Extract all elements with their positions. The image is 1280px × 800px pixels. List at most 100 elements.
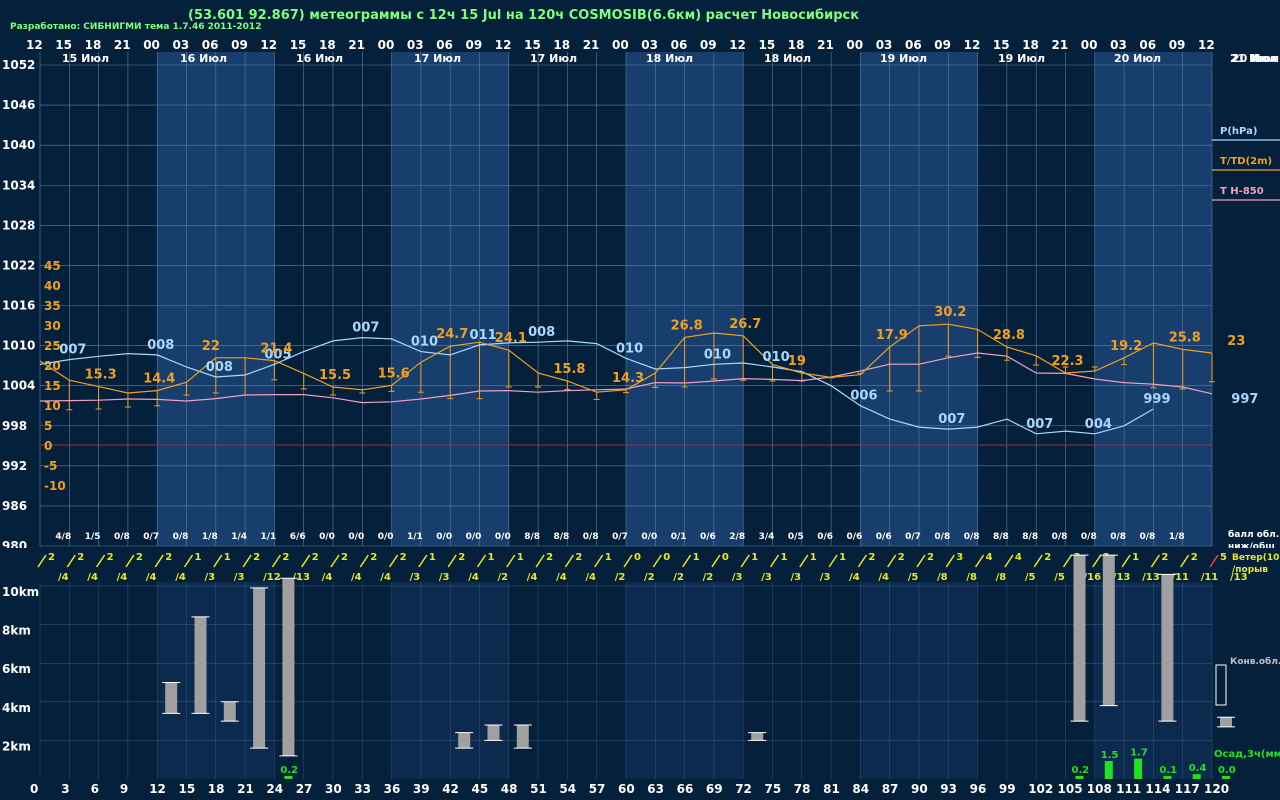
wind-speed: 2: [458, 552, 465, 563]
bottom-hour-label: 12: [149, 782, 166, 796]
pressure-data-label: 007: [59, 343, 86, 358]
cloud-cover-value: 0/6: [700, 532, 716, 542]
precip-value: 0.4: [1189, 763, 1207, 774]
pressure-tick: 992: [2, 459, 27, 473]
wind-gust: /5: [908, 572, 919, 583]
wind-gust: /3: [234, 572, 245, 583]
top-hour-label: 00: [612, 38, 629, 52]
wind-speed: 2: [282, 552, 289, 563]
pressure-data-label: 010: [763, 350, 790, 365]
bottom-hour-label: 93: [940, 782, 957, 796]
cloud-cover-value: 6/6: [290, 532, 306, 542]
wind-speed: 1: [195, 552, 202, 563]
wind-gust: /4: [878, 572, 889, 583]
temperature-data-label: 21.4: [260, 342, 292, 357]
temperature-data-label: 23: [1227, 334, 1245, 349]
cloud-cover-label-1: балл обл.: [1228, 529, 1279, 540]
pressure-tick: 1046: [2, 98, 35, 112]
pressure-tick: 1022: [2, 258, 35, 272]
wind-gust: /5: [1054, 572, 1065, 583]
wind-gust: /3: [205, 572, 216, 583]
bottom-hour-label: 108: [1087, 782, 1112, 796]
temperature-data-label: 24.7: [436, 327, 468, 342]
precip-value: 0.1: [1159, 765, 1177, 776]
wind-gust: /3: [410, 572, 421, 583]
top-hour-label: 09: [466, 38, 483, 52]
wind-speed: 1: [693, 552, 700, 563]
cloud-cover-value: 1/5: [85, 532, 101, 542]
wind-gust: /8: [937, 572, 948, 583]
temperature-data-label: 15.8: [553, 362, 585, 377]
top-hour-label: 18: [85, 38, 102, 52]
cloud-cover-value: 8/8: [524, 532, 540, 542]
wind-speed: 2: [1191, 552, 1198, 563]
wind-speed: 3: [956, 552, 963, 563]
top-hour-label: 06: [202, 38, 219, 52]
cloud-cover-value: 0/0: [378, 532, 394, 542]
top-hour-label: 06: [905, 38, 922, 52]
pressure-data-label: 010: [616, 341, 643, 356]
temperature-tick: 45: [44, 259, 61, 273]
top-hour-label: 21: [114, 38, 131, 52]
wind-gust: /13: [1113, 572, 1131, 583]
wind-label-2: /порыв: [1232, 565, 1268, 575]
cloud-cover-value: 0/1: [671, 532, 687, 542]
legend-label-0: P(hPa): [1220, 126, 1257, 137]
convective-cloud-bar: [487, 724, 500, 741]
wind-speed: 1: [810, 552, 817, 563]
temperature-data-label: 30.2: [934, 305, 966, 320]
cloud-cover-value: 0/8: [1081, 532, 1097, 542]
bottom-hour-label: 81: [823, 782, 840, 796]
cloud-cover-value: 0/7: [143, 532, 159, 542]
pressure-data-label: 997: [1231, 392, 1258, 407]
bottom-hour-label: 33: [354, 782, 371, 796]
cloud-cover-value: 0/8: [1052, 532, 1068, 542]
wind-gust: /8: [996, 572, 1007, 583]
wind-speed: 2: [370, 552, 377, 563]
precip-value: 1.7: [1130, 748, 1148, 759]
pressure-data-label: 008: [528, 325, 555, 340]
pressure-tick: 1010: [2, 339, 35, 353]
wind-speed: 2: [312, 552, 319, 563]
convective-cloud-bar: [1102, 555, 1115, 706]
cloud-cover-value: 8/8: [553, 532, 569, 542]
wind-speed: 4: [986, 552, 993, 563]
cloud-height-tick: 4km: [2, 701, 31, 715]
wind-speed: 1: [781, 552, 788, 563]
pressure-tick: 1034: [2, 178, 35, 192]
wind-label-1: Ветер(10м): [1232, 553, 1280, 563]
top-hour-label: 00: [378, 38, 395, 52]
wind-gust: /4: [527, 572, 538, 583]
bottom-hour-label: 21: [237, 782, 254, 796]
temperature-data-label: 19.2: [1110, 339, 1142, 354]
top-hour-label: 15: [290, 38, 307, 52]
wind-speed: 1: [605, 552, 612, 563]
bottom-hour-label: 15: [179, 782, 196, 796]
top-hour-label: 18: [553, 38, 570, 52]
temperature-data-label: 14.3: [612, 371, 644, 386]
convective-cloud-bar: [282, 578, 295, 756]
pressure-tick: 1040: [2, 138, 35, 152]
wind-gust: /13: [1142, 572, 1160, 583]
cloud-cover-value: 0/6: [817, 532, 833, 542]
top-hour-label: 12: [729, 38, 746, 52]
temperature-tick: -10: [44, 479, 66, 493]
wind-gust: /4: [87, 572, 98, 583]
pressure-data-label: 007: [938, 412, 965, 427]
convective-cloud-bar: [751, 732, 764, 741]
day-label: 20 Июл: [1114, 52, 1161, 65]
pressure-tick: 1028: [2, 218, 35, 232]
cloud-cover-value: 0/7: [905, 532, 921, 542]
bottom-hour-label: 84: [852, 782, 869, 796]
convective-cloud-bar: [1161, 574, 1174, 722]
cloud-cover-value: 0/8: [1139, 532, 1155, 542]
wind-gust: /4: [351, 572, 362, 583]
bottom-hour-label: 114: [1145, 782, 1170, 796]
wind-speed: 1: [488, 552, 495, 563]
cloud-cover-value: 0/8: [1110, 532, 1126, 542]
cloud-height-tick: 10km: [2, 585, 39, 599]
top-hour-label: 18: [319, 38, 336, 52]
day-label: 18 Июл: [764, 52, 811, 65]
convective-cloud-bar: [165, 682, 178, 714]
convective-cloud-bar: [223, 701, 236, 722]
